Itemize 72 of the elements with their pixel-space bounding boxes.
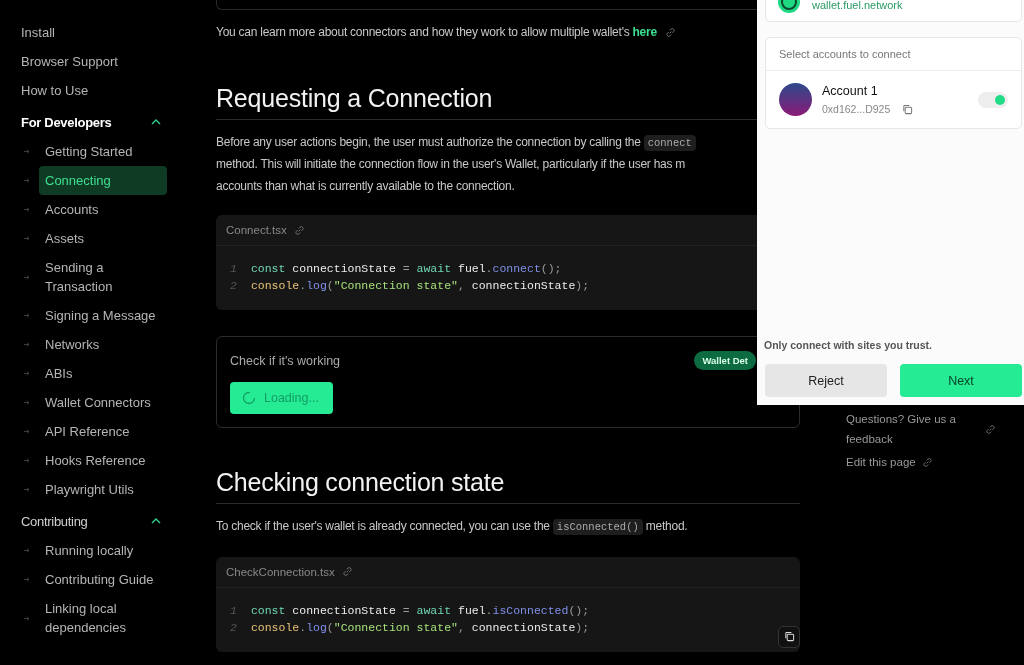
sidebar-link[interactable]: ABIs — [39, 359, 167, 388]
arrow-icon — [24, 274, 30, 280]
sidebar-link[interactable]: Browser Support — [21, 47, 200, 76]
sidebar-link[interactable]: Install — [21, 18, 200, 47]
code-line: console.log("Connection state", connectionState); — [250, 619, 590, 636]
section-heading[interactable]: Contributing — [21, 513, 88, 529]
sidebar-link[interactable]: Assets — [39, 224, 167, 253]
status-badge: Wallet Det — [694, 351, 756, 370]
section-heading: Requesting a Connection — [216, 83, 493, 113]
section-heading[interactable]: For Developers — [21, 114, 112, 130]
sidebar-link[interactable]: Accounts — [39, 195, 167, 224]
account-address: 0xd162...D925 — [822, 103, 891, 115]
sidebar-link[interactable]: API Reference — [39, 417, 167, 446]
link-icon[interactable] — [664, 27, 676, 39]
avatar-icon — [779, 83, 812, 116]
next-button[interactable]: Next — [900, 364, 1022, 397]
sidebar-link[interactable]: How to Use — [21, 76, 200, 105]
arrow-icon — [24, 548, 30, 553]
link-icon[interactable] — [921, 457, 933, 469]
section-heading: Checking connection state — [216, 468, 505, 497]
arrow-icon — [24, 400, 30, 405]
sidebar-link[interactable]: Wallet Connectors — [39, 388, 167, 417]
sidebar-link[interactable]: Getting Started — [39, 137, 167, 166]
sidebar-link[interactable]: Playwright Utils — [39, 475, 167, 504]
copy-button[interactable] — [778, 625, 800, 648]
file-name: Connect.tsx — [226, 224, 287, 236]
sidebar-link[interactable]: Sending a Transaction — [39, 253, 167, 301]
line-number: 1 — [230, 602, 237, 619]
arrow-icon — [24, 313, 30, 318]
sidebar-link[interactable]: Networks — [39, 330, 167, 359]
site-url: wallet.fuel.network — [812, 0, 903, 11]
caret-icon[interactable] — [151, 119, 161, 125]
line-number: 2 — [230, 619, 237, 636]
sidebar-link[interactable]: Linking local dependencies — [39, 594, 167, 642]
aside-link[interactable]: Edit this page — [846, 453, 916, 473]
code-line: console.log("Connection state", connectionState); — [250, 278, 590, 294]
file-name: CheckConnection.tsx — [226, 565, 335, 578]
sidebar-link[interactable]: Hooks Reference — [39, 446, 167, 475]
arrow-icon — [24, 178, 30, 183]
reject-button[interactable]: Reject — [765, 364, 887, 397]
arrow-icon — [24, 207, 30, 212]
arrow-icon — [24, 458, 30, 463]
copy-icon[interactable] — [902, 103, 914, 115]
link-icon[interactable] — [293, 224, 305, 236]
account-name: Account 1 — [822, 84, 879, 98]
copy-icon — [783, 631, 795, 642]
code-line: const connectionState = await fuel.connect(); — [250, 261, 562, 277]
arrow-icon — [24, 342, 30, 347]
caret-icon[interactable] — [151, 518, 161, 524]
sidebar-link[interactable]: Running locally — [39, 536, 167, 565]
arrow-icon — [24, 577, 30, 582]
arrow-icon — [24, 487, 30, 492]
arrow-icon — [24, 429, 30, 434]
card-title: Select accounts to connect — [766, 38, 1021, 71]
toggle-switch[interactable] — [978, 91, 1008, 108]
code-line: const connectionState = await fuel.isConnected(); — [250, 602, 590, 619]
line-number: 2 — [230, 278, 237, 294]
sidebar-link[interactable]: Signing a Message — [39, 301, 167, 330]
link-icon[interactable] — [985, 424, 996, 435]
sidebar-link[interactable]: Contributing Guide — [39, 565, 167, 594]
paragraph: To check if the user's wallet is already connected, you can use the isConnected() method. — [216, 518, 689, 537]
arrow-icon — [24, 149, 30, 154]
arrow-icon — [24, 615, 30, 621]
notice-text: Only connect with sites you trust. — [764, 339, 934, 351]
arrow-icon — [24, 236, 30, 241]
arrow-icon — [24, 371, 30, 376]
aside-link[interactable]: Questions? Give us a feedback — [846, 410, 961, 449]
spinner-icon — [242, 391, 256, 405]
sidebar-link[interactable]: Connecting — [39, 166, 167, 195]
demo-title: Check if it's working — [230, 353, 341, 368]
line-number: 1 — [230, 261, 237, 277]
link-icon[interactable] — [341, 566, 353, 577]
